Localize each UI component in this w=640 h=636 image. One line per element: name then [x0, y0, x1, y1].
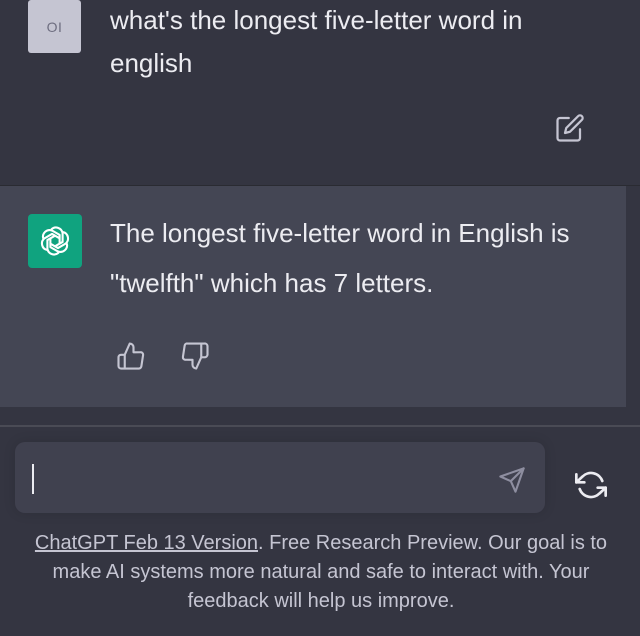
thumbs-up-icon[interactable] [116, 341, 146, 371]
edit-icon[interactable] [555, 113, 585, 143]
footer-disclaimer: ChatGPT Feb 13 Version. Free Research Pr… [15, 529, 627, 616]
version-link[interactable]: ChatGPT Feb 13 Version [35, 532, 258, 554]
composer-area: ChatGPT Feb 13 Version. Free Research Pr… [0, 407, 640, 636]
text-caret [32, 464, 34, 494]
scroll-edge [626, 186, 640, 407]
assistant-avatar [28, 214, 82, 268]
message-input[interactable] [15, 442, 545, 513]
thumbs-down-icon[interactable] [180, 341, 210, 371]
user-message-text: what's the longest five-letter word in e… [110, 5, 523, 78]
assistant-message-row: The longest five-letter word in English … [0, 186, 626, 407]
user-message-row: OI what's the longest five-letter word i… [0, 0, 640, 186]
composer-divider [0, 425, 640, 427]
openai-logo-icon [40, 226, 70, 256]
user-avatar: OI [28, 0, 81, 53]
regenerate-icon[interactable] [575, 469, 607, 501]
assistant-message-text: The longest five-letter word in English … [110, 218, 570, 298]
send-icon[interactable] [498, 466, 526, 494]
